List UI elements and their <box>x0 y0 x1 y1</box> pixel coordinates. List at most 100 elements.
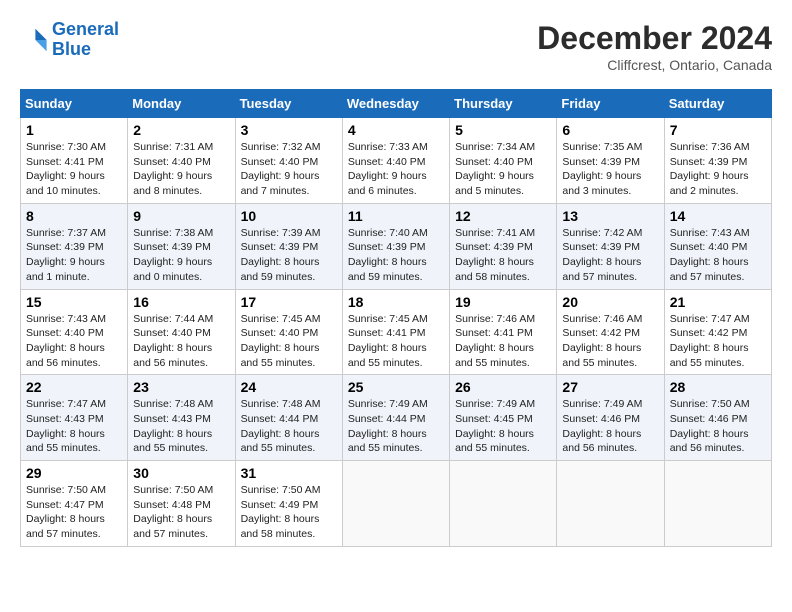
calendar-cell: 20 Sunrise: 7:46 AM Sunset: 4:42 PM Dayl… <box>557 289 664 375</box>
day-info: Sunrise: 7:50 AM Sunset: 4:46 PM Dayligh… <box>670 397 766 456</box>
calendar-cell: 22 Sunrise: 7:47 AM Sunset: 4:43 PM Dayl… <box>21 375 128 461</box>
calendar-cell: 7 Sunrise: 7:36 AM Sunset: 4:39 PM Dayli… <box>664 118 771 204</box>
day-number: 5 <box>455 122 551 138</box>
weekday-header-wednesday: Wednesday <box>342 90 449 118</box>
calendar-cell: 5 Sunrise: 7:34 AM Sunset: 4:40 PM Dayli… <box>450 118 557 204</box>
day-number: 24 <box>241 379 337 395</box>
day-number: 2 <box>133 122 229 138</box>
day-info: Sunrise: 7:47 AM Sunset: 4:43 PM Dayligh… <box>26 397 122 456</box>
calendar-cell: 31 Sunrise: 7:50 AM Sunset: 4:49 PM Dayl… <box>235 461 342 547</box>
day-info: Sunrise: 7:48 AM Sunset: 4:43 PM Dayligh… <box>133 397 229 456</box>
day-number: 26 <box>455 379 551 395</box>
page-header: General Blue December 2024 Cliffcrest, O… <box>20 20 772 73</box>
day-info: Sunrise: 7:46 AM Sunset: 4:41 PM Dayligh… <box>455 312 551 371</box>
calendar-cell: 21 Sunrise: 7:47 AM Sunset: 4:42 PM Dayl… <box>664 289 771 375</box>
day-number: 18 <box>348 294 444 310</box>
calendar-cell: 27 Sunrise: 7:49 AM Sunset: 4:46 PM Dayl… <box>557 375 664 461</box>
day-number: 13 <box>562 208 658 224</box>
calendar-cell: 25 Sunrise: 7:49 AM Sunset: 4:44 PM Dayl… <box>342 375 449 461</box>
calendar-cell: 4 Sunrise: 7:33 AM Sunset: 4:40 PM Dayli… <box>342 118 449 204</box>
day-info: Sunrise: 7:38 AM Sunset: 4:39 PM Dayligh… <box>133 226 229 285</box>
day-info: Sunrise: 7:42 AM Sunset: 4:39 PM Dayligh… <box>562 226 658 285</box>
calendar-cell: 26 Sunrise: 7:49 AM Sunset: 4:45 PM Dayl… <box>450 375 557 461</box>
calendar-cell: 18 Sunrise: 7:45 AM Sunset: 4:41 PM Dayl… <box>342 289 449 375</box>
day-info: Sunrise: 7:31 AM Sunset: 4:40 PM Dayligh… <box>133 140 229 199</box>
calendar-cell: 9 Sunrise: 7:38 AM Sunset: 4:39 PM Dayli… <box>128 203 235 289</box>
day-number: 21 <box>670 294 766 310</box>
calendar-cell: 16 Sunrise: 7:44 AM Sunset: 4:40 PM Dayl… <box>128 289 235 375</box>
day-number: 23 <box>133 379 229 395</box>
calendar-cell: 19 Sunrise: 7:46 AM Sunset: 4:41 PM Dayl… <box>450 289 557 375</box>
day-number: 25 <box>348 379 444 395</box>
day-info: Sunrise: 7:40 AM Sunset: 4:39 PM Dayligh… <box>348 226 444 285</box>
day-number: 1 <box>26 122 122 138</box>
calendar-cell: 10 Sunrise: 7:39 AM Sunset: 4:39 PM Dayl… <box>235 203 342 289</box>
day-info: Sunrise: 7:39 AM Sunset: 4:39 PM Dayligh… <box>241 226 337 285</box>
weekday-header-sunday: Sunday <box>21 90 128 118</box>
day-number: 14 <box>670 208 766 224</box>
day-number: 28 <box>670 379 766 395</box>
day-info: Sunrise: 7:43 AM Sunset: 4:40 PM Dayligh… <box>26 312 122 371</box>
calendar-cell: 24 Sunrise: 7:48 AM Sunset: 4:44 PM Dayl… <box>235 375 342 461</box>
title-block: December 2024 Cliffcrest, Ontario, Canad… <box>537 20 772 73</box>
day-info: Sunrise: 7:43 AM Sunset: 4:40 PM Dayligh… <box>670 226 766 285</box>
day-number: 7 <box>670 122 766 138</box>
day-number: 4 <box>348 122 444 138</box>
day-number: 8 <box>26 208 122 224</box>
logo-icon <box>20 26 48 54</box>
day-number: 9 <box>133 208 229 224</box>
weekday-header-saturday: Saturday <box>664 90 771 118</box>
day-number: 3 <box>241 122 337 138</box>
day-number: 10 <box>241 208 337 224</box>
day-info: Sunrise: 7:30 AM Sunset: 4:41 PM Dayligh… <box>26 140 122 199</box>
day-number: 22 <box>26 379 122 395</box>
calendar-cell: 14 Sunrise: 7:43 AM Sunset: 4:40 PM Dayl… <box>664 203 771 289</box>
day-info: Sunrise: 7:44 AM Sunset: 4:40 PM Dayligh… <box>133 312 229 371</box>
calendar-cell: 17 Sunrise: 7:45 AM Sunset: 4:40 PM Dayl… <box>235 289 342 375</box>
logo-text: General Blue <box>52 20 119 60</box>
day-info: Sunrise: 7:45 AM Sunset: 4:41 PM Dayligh… <box>348 312 444 371</box>
calendar-cell: 23 Sunrise: 7:48 AM Sunset: 4:43 PM Dayl… <box>128 375 235 461</box>
day-number: 6 <box>562 122 658 138</box>
weekday-header-thursday: Thursday <box>450 90 557 118</box>
day-number: 30 <box>133 465 229 481</box>
day-info: Sunrise: 7:34 AM Sunset: 4:40 PM Dayligh… <box>455 140 551 199</box>
day-info: Sunrise: 7:49 AM Sunset: 4:45 PM Dayligh… <box>455 397 551 456</box>
day-number: 16 <box>133 294 229 310</box>
calendar-cell: 1 Sunrise: 7:30 AM Sunset: 4:41 PM Dayli… <box>21 118 128 204</box>
calendar-cell: 28 Sunrise: 7:50 AM Sunset: 4:46 PM Dayl… <box>664 375 771 461</box>
calendar-table: SundayMondayTuesdayWednesdayThursdayFrid… <box>20 89 772 547</box>
day-number: 19 <box>455 294 551 310</box>
calendar-cell <box>342 461 449 547</box>
calendar-cell <box>450 461 557 547</box>
day-info: Sunrise: 7:49 AM Sunset: 4:46 PM Dayligh… <box>562 397 658 456</box>
weekday-header-monday: Monday <box>128 90 235 118</box>
calendar-cell: 6 Sunrise: 7:35 AM Sunset: 4:39 PM Dayli… <box>557 118 664 204</box>
calendar-cell: 8 Sunrise: 7:37 AM Sunset: 4:39 PM Dayli… <box>21 203 128 289</box>
page-title: December 2024 <box>537 20 772 57</box>
day-info: Sunrise: 7:35 AM Sunset: 4:39 PM Dayligh… <box>562 140 658 199</box>
day-info: Sunrise: 7:50 AM Sunset: 4:48 PM Dayligh… <box>133 483 229 542</box>
day-number: 12 <box>455 208 551 224</box>
day-info: Sunrise: 7:41 AM Sunset: 4:39 PM Dayligh… <box>455 226 551 285</box>
day-info: Sunrise: 7:45 AM Sunset: 4:40 PM Dayligh… <box>241 312 337 371</box>
logo: General Blue <box>20 20 119 60</box>
calendar-cell: 15 Sunrise: 7:43 AM Sunset: 4:40 PM Dayl… <box>21 289 128 375</box>
calendar-cell: 30 Sunrise: 7:50 AM Sunset: 4:48 PM Dayl… <box>128 461 235 547</box>
day-number: 11 <box>348 208 444 224</box>
weekday-header-friday: Friday <box>557 90 664 118</box>
calendar-cell: 11 Sunrise: 7:40 AM Sunset: 4:39 PM Dayl… <box>342 203 449 289</box>
calendar-cell: 13 Sunrise: 7:42 AM Sunset: 4:39 PM Dayl… <box>557 203 664 289</box>
page-subtitle: Cliffcrest, Ontario, Canada <box>537 57 772 73</box>
day-info: Sunrise: 7:50 AM Sunset: 4:49 PM Dayligh… <box>241 483 337 542</box>
day-number: 31 <box>241 465 337 481</box>
day-info: Sunrise: 7:48 AM Sunset: 4:44 PM Dayligh… <box>241 397 337 456</box>
day-info: Sunrise: 7:46 AM Sunset: 4:42 PM Dayligh… <box>562 312 658 371</box>
weekday-header-tuesday: Tuesday <box>235 90 342 118</box>
day-info: Sunrise: 7:49 AM Sunset: 4:44 PM Dayligh… <box>348 397 444 456</box>
calendar-cell <box>557 461 664 547</box>
calendar-cell: 12 Sunrise: 7:41 AM Sunset: 4:39 PM Dayl… <box>450 203 557 289</box>
day-number: 29 <box>26 465 122 481</box>
day-number: 20 <box>562 294 658 310</box>
calendar-cell: 3 Sunrise: 7:32 AM Sunset: 4:40 PM Dayli… <box>235 118 342 204</box>
